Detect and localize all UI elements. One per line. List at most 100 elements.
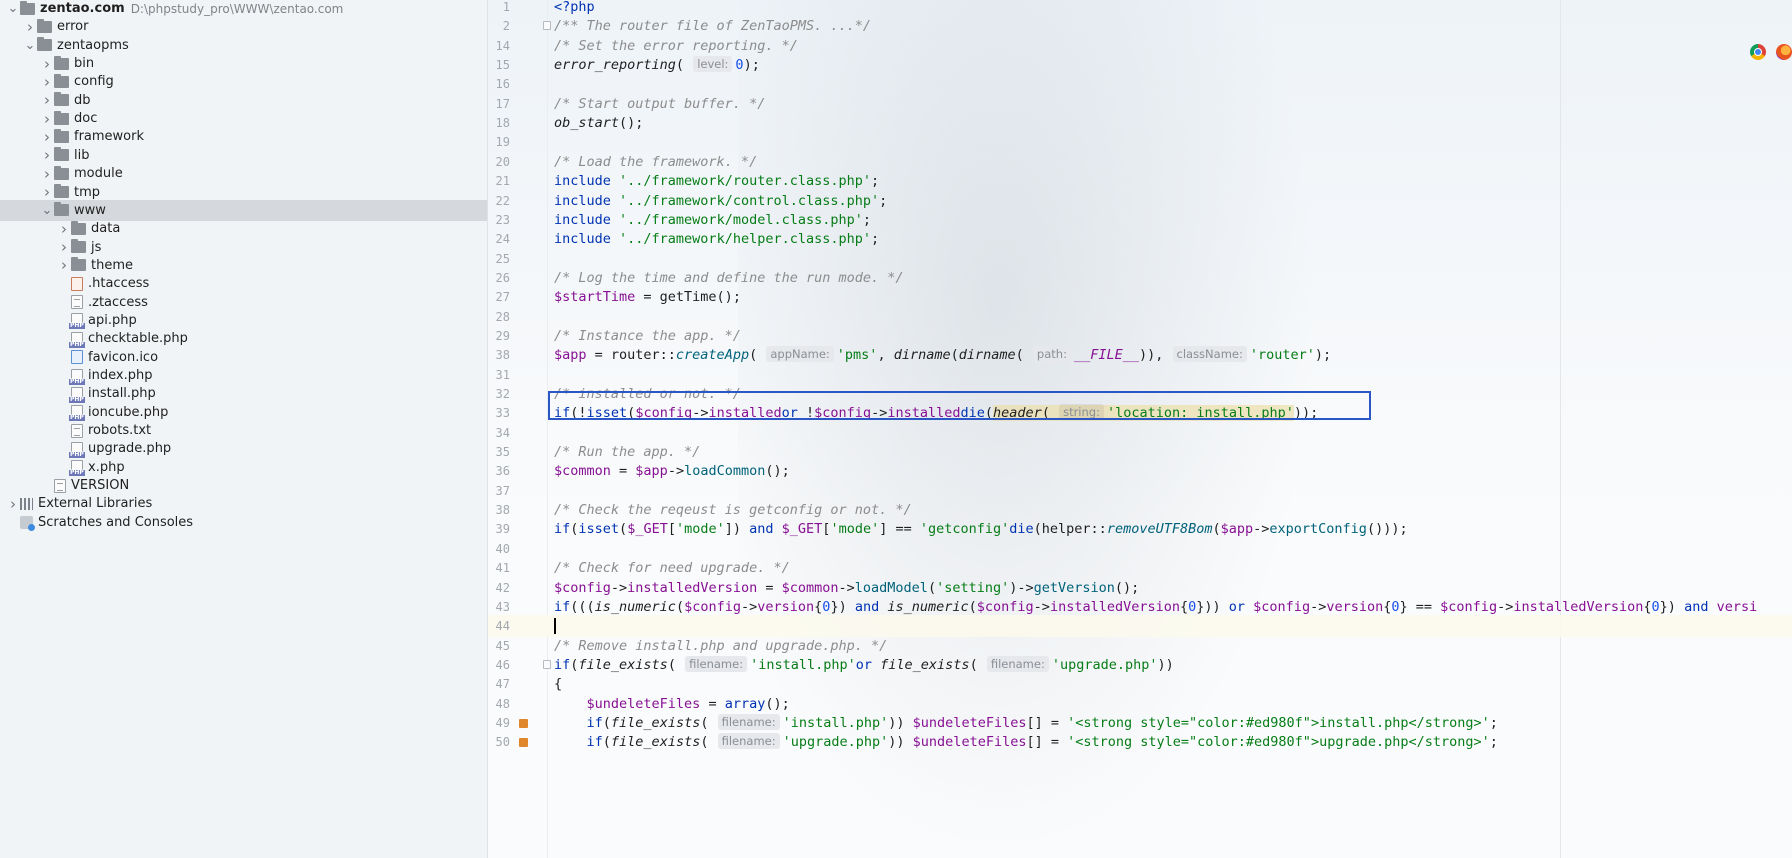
code-token: die (960, 405, 985, 422)
code-token: 'getconfig' (919, 521, 1010, 538)
code-token: file_exists (610, 714, 701, 731)
folder-icon (54, 55, 69, 70)
chrome-icon[interactable] (1750, 44, 1766, 60)
tree-item-scratches-and-consoles[interactable]: Scratches and Consoles (0, 512, 487, 533)
code-token: 'upgrade.php' (1051, 656, 1158, 673)
tree-item-label: .htaccess (88, 276, 150, 292)
code-token: = (757, 579, 782, 596)
code-token: or (781, 405, 807, 422)
code-token: die (1009, 521, 1034, 538)
code-token: [] = (1026, 714, 1068, 731)
code-token: installed (708, 405, 782, 422)
code-token: versi (1716, 598, 1758, 615)
tree-item-label: doc (74, 111, 98, 127)
code-token: { (554, 676, 563, 693)
folder-icon (54, 110, 69, 125)
code-token: isset (578, 521, 620, 538)
bookmark-icon[interactable] (519, 718, 528, 728)
code-token: ( (1212, 521, 1221, 538)
code-token: $config (1440, 598, 1498, 615)
code-token: ( (1041, 405, 1059, 422)
parameter-hint: filename: (717, 713, 780, 730)
folder-icon (37, 37, 52, 52)
code-token: ( (667, 656, 685, 673)
code-token: [ (667, 521, 676, 538)
code-token: /** The router file of ZenTaoPMS. ...*/ (554, 18, 871, 35)
code-token: installed (887, 405, 961, 422)
code-token: or (1228, 598, 1254, 615)
tree-item-label: zentao.com (40, 1, 125, 16)
code-token: getVersion (1033, 579, 1115, 596)
folder-icon (71, 239, 86, 254)
code-token: ( (749, 347, 766, 364)
folder-icon (54, 128, 69, 143)
tree-item-label: VERSION (71, 478, 130, 494)
code-token: ((( (570, 598, 595, 615)
code-token: (); (619, 115, 644, 132)
firefox-icon[interactable] (1776, 44, 1792, 60)
code-token: /* Remove install.php and upgrade.php. *… (554, 637, 888, 654)
code-token: , (877, 347, 894, 364)
fold-toggle-icon[interactable] (543, 21, 551, 31)
code-token: $_GET (781, 521, 823, 538)
folder-icon (54, 165, 69, 180)
tree-item-label: bin (74, 56, 95, 72)
code-token: ; (871, 173, 880, 190)
parameter-hint: appName: (766, 346, 834, 363)
code-token: ())); (1366, 521, 1408, 538)
code-token: ob_start (554, 115, 620, 132)
code-token: ( (700, 734, 717, 751)
browser-preview-icons (1750, 44, 1792, 60)
tree-item-label: zentaopms (57, 37, 129, 53)
code-token: -> (667, 463, 685, 480)
code-token: 'install.php' (750, 656, 856, 673)
code-token: $config (976, 598, 1034, 615)
text-caret (554, 618, 556, 635)
code-line[interactable]: 50 if(file_exists( filename:'upgrade.php… (488, 731, 1792, 753)
code-token: ( (984, 405, 994, 422)
code-token: $config (684, 598, 741, 615)
code-token: isset (586, 405, 628, 422)
tree-item-label: data (91, 221, 121, 237)
code-token: include (554, 192, 620, 209)
php-file-icon (69, 368, 85, 385)
code-token: (! (570, 405, 587, 422)
tree-item-label: framework (74, 129, 145, 145)
code-token: ]) (724, 521, 750, 538)
folder-icon (71, 220, 86, 235)
code-token: (helper:: (1033, 521, 1107, 538)
folder-icon (54, 147, 69, 162)
code-token: $app (635, 463, 668, 480)
parameter-hint: className: (1172, 346, 1247, 363)
code-token: include (554, 173, 620, 190)
code-token: if (586, 714, 603, 731)
code-token: ; (862, 211, 872, 228)
code-token: )); (1293, 405, 1319, 422)
folder-icon (54, 92, 69, 107)
bookmark-icon[interactable] (519, 738, 528, 748)
code-token: /* Start output buffer. */ (554, 95, 766, 112)
php-file-icon (69, 331, 85, 348)
code-token: -> (610, 579, 628, 596)
tree-item-label: tmp (74, 184, 101, 200)
code-token: $undeleteFiles (586, 695, 701, 712)
code-token: /* Load the framework. */ (554, 153, 758, 170)
fold-toggle-icon[interactable] (543, 659, 551, 669)
code-token: { (1179, 598, 1189, 615)
folder-icon (54, 202, 69, 217)
code-token: '../framework/model.class.php' (619, 211, 863, 228)
code-editor[interactable]: 1 <?php 2/** The router file of ZenTaoPMS.… (488, 0, 1792, 858)
code-token: )) (888, 734, 913, 751)
parameter-hint: level: (693, 56, 733, 73)
code-token: -> (740, 598, 758, 615)
code-token: $undeleteFiles (912, 734, 1027, 751)
php-file-icon (69, 460, 85, 477)
code-token: '../framework/helper.class.php' (619, 231, 871, 248)
parameter-hint: filename: (685, 655, 748, 672)
code-token: = (700, 695, 725, 712)
code-token: if (554, 598, 571, 615)
code-token: $undeleteFiles (912, 714, 1027, 731)
project-tree[interactable]: ⌄ zentao.com D:\phpstudy_pro\WWW\zentao.co… (0, 0, 488, 858)
code-token: 'setting' (936, 579, 1010, 596)
plain-file-icon (54, 478, 66, 493)
